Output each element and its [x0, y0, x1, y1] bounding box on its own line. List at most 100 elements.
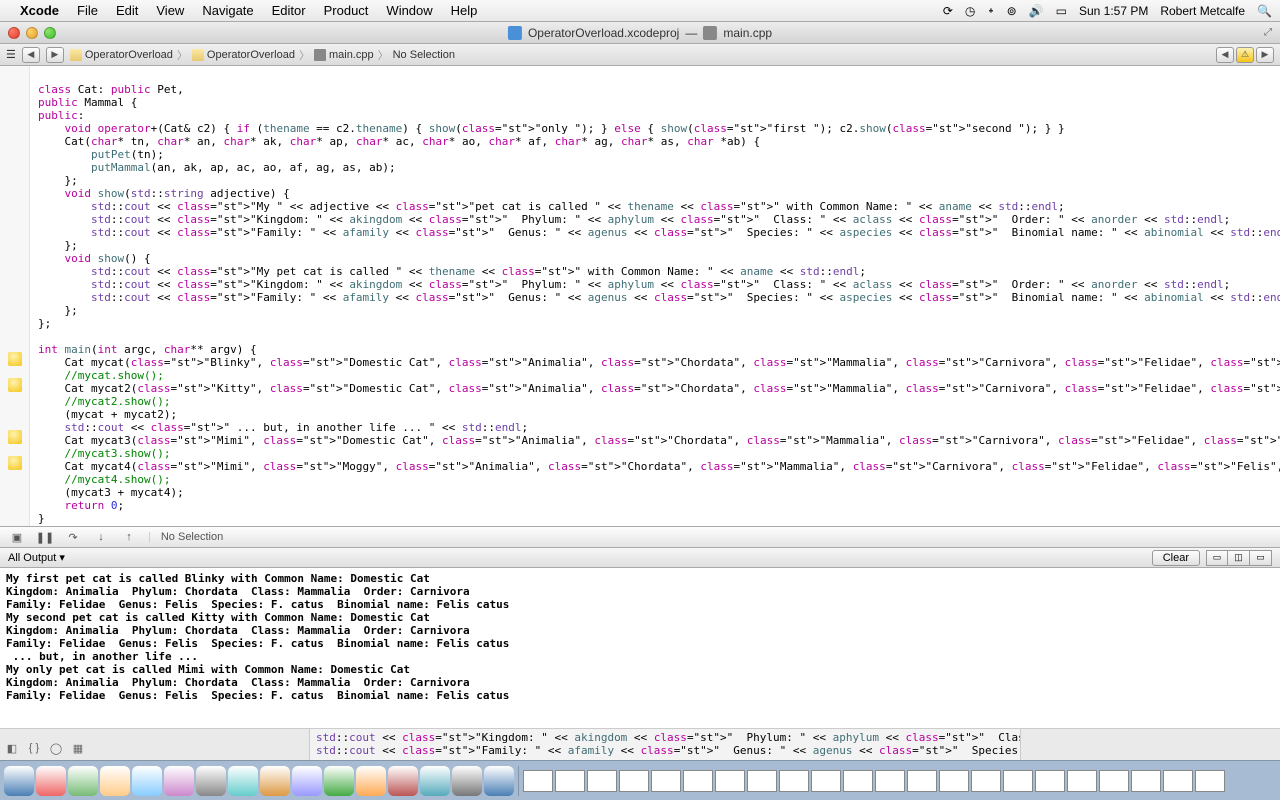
dock-app[interactable]	[228, 766, 258, 796]
project-icon	[508, 26, 522, 40]
window-title: OperatorOverload.xcodeproj — main.cpp	[508, 26, 772, 40]
library-icon[interactable]: ◧	[4, 740, 20, 756]
bluetooth-icon[interactable]: ᛭	[987, 4, 994, 18]
dock-window[interactable]	[843, 770, 873, 792]
dock-app[interactable]	[4, 766, 34, 796]
dock-window[interactable]	[1099, 770, 1129, 792]
dock-window[interactable]	[619, 770, 649, 792]
dock-window[interactable]	[587, 770, 617, 792]
step-over-button[interactable]: ↷	[64, 529, 82, 545]
menu-help[interactable]: Help	[451, 3, 478, 18]
dock-app[interactable]	[68, 766, 98, 796]
dock-app[interactable]	[324, 766, 354, 796]
dock-window[interactable]	[555, 770, 585, 792]
dock-window[interactable]	[523, 770, 553, 792]
app-menu[interactable]: Xcode	[20, 3, 59, 18]
step-out-button[interactable]: ↑	[120, 529, 138, 545]
dock-window[interactable]	[1035, 770, 1065, 792]
minimize-button[interactable]	[26, 27, 38, 39]
dock-app[interactable]	[196, 766, 226, 796]
fullscreen-icon[interactable]: ⤢	[1264, 27, 1272, 38]
dock-window[interactable]	[971, 770, 1001, 792]
dock-window[interactable]	[907, 770, 937, 792]
media-icon[interactable]: ▦	[70, 740, 86, 756]
timemachine-icon[interactable]: ◷	[965, 4, 975, 18]
console-view-button[interactable]: ▭	[1250, 550, 1272, 566]
warning-icon[interactable]	[8, 430, 22, 444]
dock-window[interactable]	[1003, 770, 1033, 792]
zoom-button[interactable]	[44, 27, 56, 39]
dock-app[interactable]	[100, 766, 130, 796]
dock-app[interactable]	[420, 766, 450, 796]
dock-window[interactable]	[811, 770, 841, 792]
dock-window[interactable]	[875, 770, 905, 792]
menu-product[interactable]: Product	[324, 3, 369, 18]
clear-button[interactable]: Clear	[1152, 550, 1200, 566]
dock-window[interactable]	[747, 770, 777, 792]
sync-icon[interactable]: ⟳	[943, 4, 953, 18]
dock-app[interactable]	[36, 766, 66, 796]
console-view-segmented[interactable]: ▭ ◫ ▭	[1206, 550, 1272, 566]
dock-app[interactable]	[452, 766, 482, 796]
dock-app[interactable]	[132, 766, 162, 796]
folder-icon	[70, 49, 82, 61]
warning-icon[interactable]	[8, 378, 22, 392]
dock-window[interactable]	[939, 770, 969, 792]
dock-window[interactable]	[1195, 770, 1225, 792]
clock[interactable]: Sun 1:57 PM	[1079, 4, 1148, 18]
console-toolbar: All Output ▾ Clear ▭ ◫ ▭	[0, 548, 1280, 568]
menu-view[interactable]: View	[156, 3, 184, 18]
dock-window[interactable]	[1067, 770, 1097, 792]
spotlight-icon[interactable]: 🔍	[1257, 4, 1272, 18]
symbol-selector[interactable]: No Selection	[393, 49, 455, 61]
issue-indicator[interactable]: ⚠	[1236, 47, 1254, 63]
related-items-icon[interactable]: ☰	[6, 48, 16, 61]
warning-icon[interactable]	[8, 352, 22, 366]
user-menu[interactable]: Robert Metcalfe	[1160, 4, 1245, 18]
next-issue-button[interactable]: ▶	[1256, 47, 1274, 63]
close-button[interactable]	[8, 27, 20, 39]
menu-edit[interactable]: Edit	[116, 3, 138, 18]
menu-file[interactable]: File	[77, 3, 98, 18]
console-output[interactable]: My first pet cat is called Blinky with C…	[0, 568, 1280, 728]
braces-icon[interactable]: { }	[26, 740, 42, 756]
code-editor[interactable]: class Cat: public Pet,public Mammal {pub…	[0, 66, 1280, 526]
dock-window[interactable]	[715, 770, 745, 792]
battery-icon[interactable]: ▭	[1056, 4, 1067, 18]
dock-app[interactable]	[164, 766, 194, 796]
dock-window[interactable]	[651, 770, 681, 792]
output-filter[interactable]: All Output ▾	[8, 551, 65, 564]
window-titlebar[interactable]: OperatorOverload.xcodeproj — main.cpp ⤢	[0, 22, 1280, 44]
wifi-icon[interactable]: ⊚	[1007, 4, 1017, 18]
dock-app[interactable]	[388, 766, 418, 796]
breadcrumb[interactable]: OperatorOverload〉 OperatorOverload〉 main…	[70, 47, 455, 63]
dock-window[interactable]	[1163, 770, 1193, 792]
warning-icon[interactable]	[8, 456, 22, 470]
editor-gutter[interactable]	[0, 66, 30, 526]
dock-app[interactable]	[260, 766, 290, 796]
dock-window[interactable]	[1131, 770, 1161, 792]
back-button[interactable]: ◀	[22, 47, 40, 63]
dock-app[interactable]	[356, 766, 386, 796]
dock[interactable]	[0, 760, 1280, 800]
xcode-window: OperatorOverload.xcodeproj — main.cpp ⤢ …	[0, 22, 1280, 760]
menu-navigate[interactable]: Navigate	[202, 3, 253, 18]
pause-button[interactable]: ❚❚	[36, 529, 54, 545]
vars-view-button[interactable]: ▭	[1206, 550, 1228, 566]
volume-icon[interactable]: 🔊	[1029, 4, 1044, 18]
menu-editor[interactable]: Editor	[272, 3, 306, 18]
step-into-button[interactable]: ↓	[92, 529, 110, 545]
prev-issue-button[interactable]: ◀	[1216, 47, 1234, 63]
dock-window[interactable]	[683, 770, 713, 792]
object-icon[interactable]: ◯	[48, 740, 64, 756]
code-area[interactable]: class Cat: public Pet,public Mammal {pub…	[30, 66, 1280, 526]
menu-window[interactable]: Window	[386, 3, 432, 18]
split-view-button[interactable]: ◫	[1228, 550, 1250, 566]
debug-no-selection: No Selection	[161, 531, 223, 543]
dock-window[interactable]	[779, 770, 809, 792]
toggle-breakpoints-button[interactable]: ▣	[8, 529, 26, 545]
inspector-panel	[1020, 729, 1280, 760]
forward-button[interactable]: ▶	[46, 47, 64, 63]
dock-app[interactable]	[484, 766, 514, 796]
dock-app[interactable]	[292, 766, 322, 796]
